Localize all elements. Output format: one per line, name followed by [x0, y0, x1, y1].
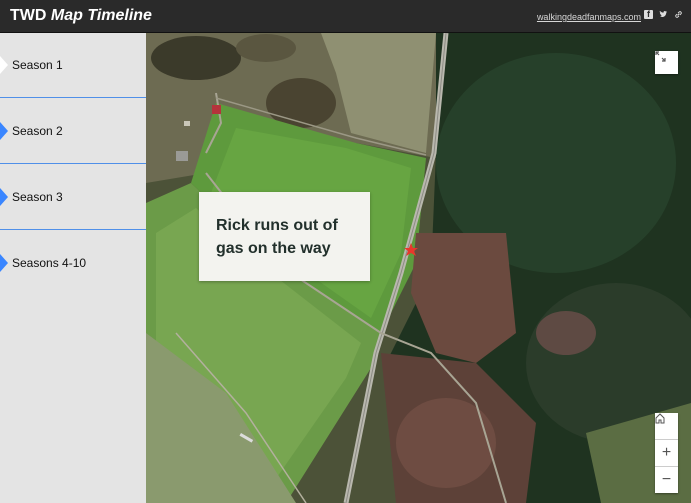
arrow-icon — [0, 254, 8, 272]
app-title-main: TWD — [10, 7, 47, 24]
map-popup: Rick runs out of gas on the way — [199, 192, 370, 281]
facebook-icon[interactable]: f — [644, 10, 653, 19]
sidebar-item-label: Seasons 4-10 — [12, 256, 87, 270]
active-arrow-icon — [0, 56, 8, 74]
social-links: f — [644, 10, 683, 19]
satellite-map[interactable]: Rick runs out of gas on the way + − — [146, 33, 691, 503]
app-title-sub: Map Timeline — [50, 7, 152, 24]
sidebar-item-season-1[interactable]: Season 1 — [0, 33, 146, 98]
site-link[interactable]: walkingdeadfanmaps.com — [537, 12, 641, 22]
popup-text: Rick runs out of gas on the way — [216, 217, 338, 257]
expand-button[interactable] — [655, 51, 678, 74]
app-title: TWD Map Timeline — [10, 7, 152, 25]
sidebar-item-label: Season 1 — [12, 58, 63, 72]
arrow-icon — [0, 122, 8, 140]
twitter-icon[interactable] — [659, 10, 668, 19]
sidebar-item-season-2[interactable]: Season 2 — [0, 99, 146, 164]
zoom-controls: + − — [655, 413, 678, 493]
season-sidebar: Season 1 Season 2 Season 3 Seasons 4-10 — [0, 33, 146, 503]
sidebar-item-seasons-4-10[interactable]: Seasons 4-10 — [0, 231, 146, 296]
home-button[interactable] — [655, 413, 678, 440]
arrow-icon — [0, 188, 8, 206]
app-header: TWD Map Timeline walkingdeadfanmaps.com … — [0, 0, 691, 33]
zoom-in-button[interactable]: + — [655, 440, 678, 467]
sidebar-item-season-3[interactable]: Season 3 — [0, 165, 146, 230]
sidebar-item-label: Season 2 — [12, 124, 63, 138]
zoom-out-button[interactable]: − — [655, 467, 678, 493]
link-icon[interactable] — [674, 10, 683, 19]
sidebar-item-label: Season 3 — [12, 190, 63, 204]
